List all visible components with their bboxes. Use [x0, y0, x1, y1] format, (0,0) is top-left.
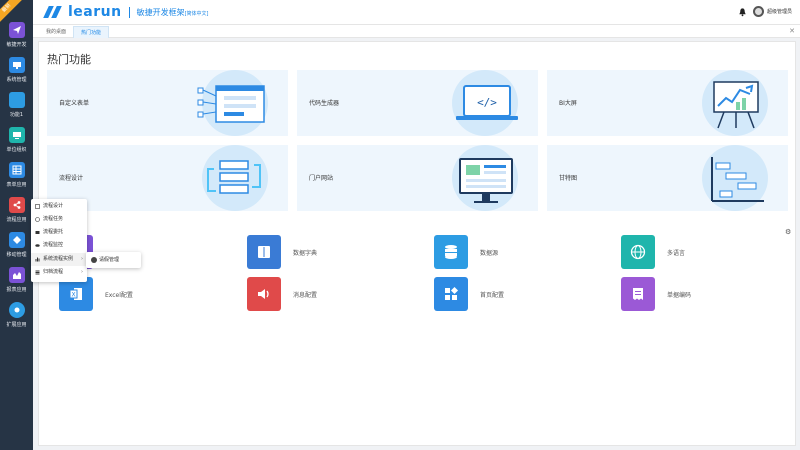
card-gantt[interactable]: 甘特图 [547, 145, 788, 211]
menu-item-system-instances[interactable]: 系统流程实例 › [31, 253, 87, 266]
sidebar-item-label: 表单应用 [6, 182, 27, 188]
delegate-icon [35, 231, 40, 234]
bi-screen-illustration [713, 81, 759, 129]
org-icon [8, 127, 25, 143]
sidebar-item-label: 扩展应用 [6, 322, 27, 328]
logo[interactable]: learun 敏捷开发框架[简体中文] [42, 4, 209, 20]
svg-text:</>: </> [477, 96, 497, 109]
mobile-icon [8, 232, 25, 248]
table-icon [8, 162, 25, 178]
edition-label[interactable]: [简体中文] [185, 11, 209, 17]
paper-plane-icon [8, 22, 25, 38]
top-header: learun 敏捷开发框架[简体中文] 超级管理员 [33, 0, 800, 25]
sidebar-item-label: 单位组织 [6, 147, 27, 153]
tab-hot-features[interactable]: 热门功能 [73, 26, 110, 38]
user-name[interactable]: 超级管理员 [767, 8, 792, 15]
book-icon [247, 235, 281, 269]
monitor-icon [8, 57, 25, 73]
gantt-illustration [711, 157, 764, 202]
app-label: 首页配置 [480, 292, 505, 299]
app-label: 数据源 [480, 250, 499, 257]
sidebar-item-mobile[interactable]: 移动管理 [0, 232, 33, 266]
card-label: 门户网站 [309, 175, 334, 182]
card-label: 代码生成器 [309, 100, 340, 107]
card-code-generator[interactable]: 代码生成器 </> [297, 70, 538, 136]
sidebar-item-forms[interactable]: 表单应用 [0, 162, 33, 196]
card-label: 甘特图 [559, 175, 578, 182]
code-generator-illustration: </> [456, 85, 518, 120]
extension-icon [8, 302, 25, 318]
workflow-flyout-menu: 流程设计 流程任务 流程委托 流程监控 系统流程实例 › 归档流程 › [31, 199, 87, 282]
card-bi-screen[interactable]: BI大屏 [547, 70, 788, 136]
submenu-item-leave-management[interactable]: 请假管理 [86, 254, 141, 266]
receipt-icon [621, 277, 655, 311]
chevron-right-icon: › [81, 256, 83, 262]
bell-icon[interactable] [738, 7, 747, 17]
sidebar-item-extensions[interactable]: 扩展应用 [0, 302, 33, 336]
edit-icon [35, 204, 40, 209]
sidebar-item-label: 报表应用 [6, 287, 27, 293]
list-icon [35, 270, 40, 275]
app-label: 数据字典 [293, 250, 318, 257]
share-icon [8, 197, 25, 213]
new-ribbon: 最新 [0, 0, 23, 24]
tab-my-desktop[interactable]: 我的桌面 [39, 26, 73, 38]
card-label: 流程设计 [59, 175, 84, 182]
avatar[interactable] [752, 6, 764, 17]
svg-text:X: X [71, 292, 75, 299]
gear-icon[interactable]: ⚙ [785, 228, 793, 236]
bar-chart-icon [35, 257, 40, 262]
sidebar: 最新 敏捷开发 系统管理 功能1 单位组织 表单应用 流程应用 移动管理 报表应… [0, 0, 33, 450]
user-circle-icon [91, 257, 97, 263]
close-tabs-icon[interactable]: ✕ [789, 27, 795, 35]
main-panel: 热门功能 自定义表单 代码生成器 </> BI大屏 流程设计 门户网站 甘特图 … [38, 41, 796, 446]
card-custom-form[interactable]: 自定义表单 [47, 70, 288, 136]
database-icon [434, 235, 468, 269]
menu-item-workflow-design[interactable]: 流程设计 [31, 200, 87, 213]
card-label: 自定义表单 [59, 100, 90, 107]
sidebar-item-function1[interactable]: 功能1 [0, 92, 33, 126]
product-subtitle: 敏捷开发框架[简体中文] [136, 7, 209, 17]
chevron-right-icon: › [81, 269, 83, 275]
card-portal[interactable]: 门户网站 [297, 145, 538, 211]
workflow-submenu: 请假管理 [86, 252, 141, 268]
chart-icon [8, 267, 25, 283]
tab-bar: 我的桌面 热门功能 ✕ [33, 25, 800, 38]
sidebar-item-label: 功能1 [9, 112, 24, 118]
menu-item-archived[interactable]: 归档流程 › [31, 266, 87, 279]
task-icon [35, 217, 40, 222]
menu-item-workflow-tasks[interactable]: 流程任务 [31, 213, 87, 226]
sidebar-item-system[interactable]: 系统管理 [0, 57, 33, 91]
portal-illustration [459, 158, 513, 203]
speaker-icon [247, 277, 281, 311]
app-label: 消息配置 [293, 292, 318, 299]
sidebar-item-reports[interactable]: 报表应用 [0, 267, 33, 301]
sidebar-item-label: 敏捷开发 [6, 42, 27, 48]
sidebar-item-label: 移动管理 [6, 252, 27, 258]
card-label: BI大屏 [559, 100, 577, 107]
eye-icon [35, 244, 40, 247]
learun-logo-icon [42, 5, 64, 19]
sidebar-item-agile-dev[interactable]: 敏捷开发 [0, 22, 33, 56]
page-title: 热门功能 [47, 53, 91, 66]
square-icon [8, 92, 25, 108]
app-label: 单据编码 [667, 292, 692, 299]
sidebar-item-workflow[interactable]: 流程应用 [0, 197, 33, 231]
sidebar-item-label: 流程应用 [6, 217, 27, 223]
menu-item-workflow-monitor[interactable]: 流程监控 [31, 239, 87, 252]
form-builder-illustration [197, 85, 265, 123]
workflow-illustration [207, 160, 261, 194]
tiles-icon [434, 277, 468, 311]
brand-name: learun [68, 4, 122, 20]
menu-item-workflow-delegate[interactable]: 流程委托 [31, 226, 87, 239]
excel-icon: X [59, 277, 93, 311]
sidebar-item-label: 系统管理 [6, 77, 27, 83]
globe-icon [621, 235, 655, 269]
logo-divider [128, 6, 130, 18]
app-label: Excel配置 [105, 292, 133, 299]
app-label: 多语言 [667, 250, 686, 257]
sidebar-item-org[interactable]: 单位组织 [0, 127, 33, 161]
